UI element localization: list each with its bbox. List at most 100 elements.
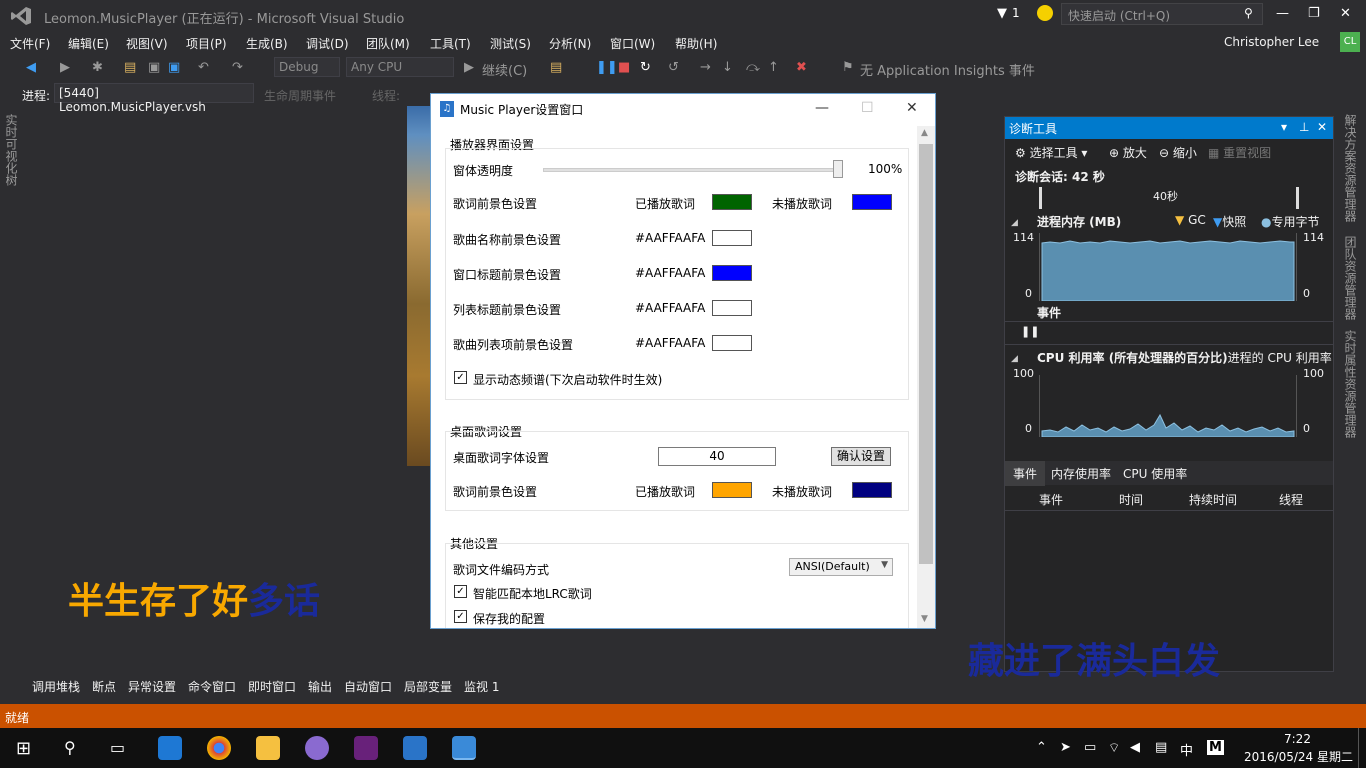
- menu-test[interactable]: 测试(S): [490, 35, 531, 52]
- cpu-usage-graph[interactable]: [1039, 375, 1297, 438]
- scroll-up-icon[interactable]: ▲: [921, 128, 928, 138]
- breakpoint-disable-icon[interactable]: ✖: [796, 60, 807, 75]
- team-explorer-tab[interactable]: 团队资源管理器: [1342, 236, 1359, 320]
- opacity-slider[interactable]: [543, 168, 843, 172]
- menu-project[interactable]: 项目(P): [186, 35, 227, 52]
- music-player-taskbar-icon[interactable]: [452, 736, 476, 760]
- open-file-icon[interactable]: ▤: [124, 60, 136, 75]
- save-all-icon[interactable]: ▣: [168, 60, 180, 75]
- process-icon[interactable]: ▤: [550, 60, 562, 75]
- desktop-played-color-swatch[interactable]: [712, 482, 752, 498]
- battery-icon[interactable]: ▭: [1084, 740, 1096, 755]
- task-view-icon[interactable]: ▭: [110, 738, 125, 757]
- wifi-icon[interactable]: ⌔: [1108, 740, 1120, 756]
- dialog-close-icon[interactable]: ✕: [906, 100, 918, 116]
- window-title-color-swatch[interactable]: [712, 265, 752, 281]
- lrc-match-checkbox[interactable]: ✓: [454, 585, 467, 598]
- column-thread[interactable]: 线程: [1279, 491, 1303, 508]
- stop-debugging-icon[interactable]: ■: [618, 60, 630, 75]
- song-name-color-swatch[interactable]: [712, 230, 752, 246]
- show-next-statement-icon[interactable]: →: [700, 60, 711, 75]
- clock-date[interactable]: 2016/05/24 星期二: [1244, 748, 1353, 765]
- unplayed-lyric-color-swatch[interactable]: [852, 194, 892, 210]
- live-property-explorer-tab[interactable]: 实时属性资源管理器: [1342, 330, 1359, 438]
- menu-view[interactable]: 视图(V): [126, 35, 168, 52]
- solution-explorer-tab[interactable]: 解决方案资源管理器: [1342, 114, 1359, 222]
- minimize-icon[interactable]: —: [1276, 6, 1289, 21]
- desktop-unplayed-color-swatch[interactable]: [852, 482, 892, 498]
- select-tool-button[interactable]: ⚙ 选择工具 ▾: [1015, 144, 1087, 161]
- step-into-icon[interactable]: ↓: [722, 60, 733, 75]
- tab-watch-1[interactable]: 监视 1: [464, 678, 499, 695]
- menu-tools[interactable]: 工具(T): [430, 35, 471, 52]
- tab-exception-settings[interactable]: 异常设置: [128, 678, 176, 695]
- column-event[interactable]: 事件: [1039, 491, 1063, 508]
- user-name[interactable]: Christopher Lee: [1224, 35, 1319, 49]
- menu-window[interactable]: 窗口(W): [610, 35, 655, 52]
- list-title-color-swatch[interactable]: [712, 300, 752, 316]
- menu-help[interactable]: 帮助(H): [675, 35, 717, 52]
- ime-mode-icon[interactable]: M: [1207, 740, 1224, 755]
- restart-icon[interactable]: ↻: [640, 60, 651, 75]
- input-method-label[interactable]: 中: [1180, 740, 1193, 759]
- menu-file[interactable]: 文件(F): [10, 35, 50, 52]
- played-lyric-color-swatch[interactable]: [712, 194, 752, 210]
- break-event-icon[interactable]: ❚❚: [1021, 325, 1039, 338]
- panel-close-icon[interactable]: ✕: [1317, 120, 1327, 134]
- tab-command-window[interactable]: 命令窗口: [188, 678, 236, 695]
- tab-events[interactable]: 事件: [1005, 461, 1046, 486]
- zoom-out-button[interactable]: ⊖ 缩小: [1159, 144, 1197, 161]
- tab-cpu-usage[interactable]: CPU 使用率: [1123, 465, 1187, 482]
- confirm-settings-button[interactable]: 确认设置: [831, 447, 891, 466]
- send-feedback-smiley-icon[interactable]: [1037, 5, 1053, 21]
- edge-browser-icon[interactable]: [158, 736, 182, 760]
- visual-studio-icon[interactable]: [354, 736, 378, 760]
- redo-icon[interactable]: ↷: [232, 60, 243, 75]
- dialog-scrollbar-thumb[interactable]: [919, 144, 933, 564]
- step-out-icon[interactable]: ↑: [768, 60, 779, 75]
- pin-icon[interactable]: ⊥: [1299, 120, 1309, 134]
- clock-time[interactable]: 7:22: [1284, 732, 1311, 746]
- opacity-slider-thumb[interactable]: [833, 160, 843, 178]
- tab-autos[interactable]: 自动窗口: [344, 678, 392, 695]
- menu-build[interactable]: 生成(B): [246, 35, 288, 52]
- zoom-in-button[interactable]: ⊕ 放大: [1109, 144, 1147, 161]
- new-project-icon[interactable]: ✱: [92, 60, 103, 75]
- github-desktop-icon[interactable]: [305, 736, 329, 760]
- solution-platform-select[interactable]: Any CPU: [346, 57, 454, 77]
- navigate-back-icon[interactable]: ◀: [26, 60, 36, 75]
- show-hidden-icons-icon[interactable]: ⌃: [1036, 740, 1047, 755]
- tab-call-stack[interactable]: 调用堆栈: [32, 678, 80, 695]
- menu-debug[interactable]: 调试(D): [306, 35, 349, 52]
- restore-icon[interactable]: ❐: [1308, 6, 1320, 21]
- windows-start-icon[interactable]: ⊞: [16, 738, 31, 759]
- scroll-down-icon[interactable]: ▼: [921, 614, 928, 624]
- application-insights-icon[interactable]: ⚑: [842, 60, 854, 75]
- encoding-select[interactable]: ANSI(Default) ▼: [789, 558, 893, 576]
- avatar[interactable]: CL: [1340, 32, 1360, 52]
- undo-icon[interactable]: ↶: [198, 60, 209, 75]
- list-item-color-swatch[interactable]: [712, 335, 752, 351]
- hot-reload-icon[interactable]: ↺: [668, 60, 679, 75]
- break-all-icon[interactable]: ❚❚: [596, 60, 618, 75]
- visual-studio-code-icon[interactable]: [403, 736, 427, 760]
- step-over-icon[interactable]: ⤼: [746, 60, 760, 75]
- navigate-forward-icon[interactable]: ▶: [60, 60, 70, 75]
- column-duration[interactable]: 持续时间: [1189, 491, 1237, 508]
- action-center-icon[interactable]: ▤: [1155, 740, 1167, 755]
- volume-icon[interactable]: ◀: [1130, 740, 1140, 755]
- menu-team[interactable]: 团队(M): [366, 35, 410, 52]
- menu-analyze[interactable]: 分析(N): [549, 35, 591, 52]
- tab-breakpoints[interactable]: 断点: [92, 678, 116, 695]
- dialog-scrollbar[interactable]: ▲ ▼: [917, 126, 935, 628]
- show-desktop-button[interactable]: [1358, 728, 1366, 768]
- live-visual-tree-tab[interactable]: 实时可视化树: [4, 114, 20, 194]
- continue-icon[interactable]: ▶: [464, 60, 474, 75]
- tab-memory-usage[interactable]: 内存使用率: [1051, 465, 1111, 482]
- memory-usage-graph[interactable]: [1039, 233, 1297, 302]
- chrome-icon[interactable]: [207, 736, 231, 760]
- quick-launch-input[interactable]: 快速启动 (Ctrl+Q): [1061, 3, 1263, 25]
- menu-edit[interactable]: 编辑(E): [68, 35, 109, 52]
- file-explorer-icon[interactable]: [256, 736, 280, 760]
- dialog-minimize-icon[interactable]: —: [815, 100, 829, 116]
